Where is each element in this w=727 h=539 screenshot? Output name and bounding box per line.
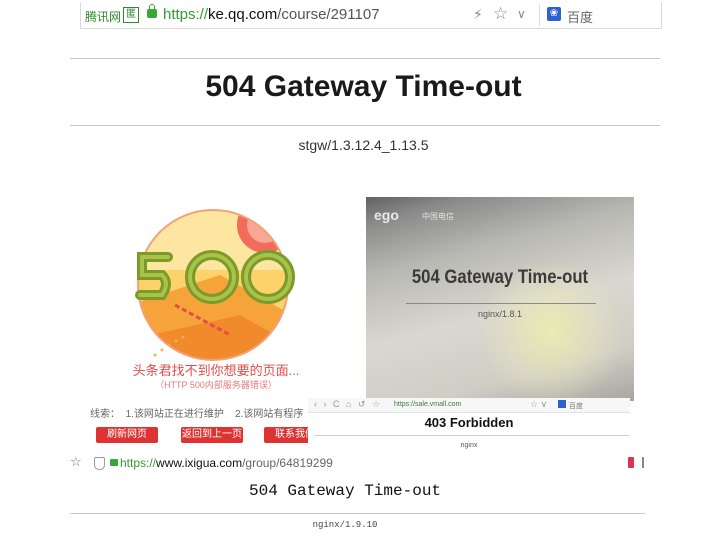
browser-address-bar: 腾讯网 匿 https://ke.qq.com/course/291107 ⚡ … [80,2,662,29]
carrier-logo-text: 中国电信 [422,212,454,221]
forbidden-403-window: ‹ › C ⌂ ↺ ☆ https://sale.vmall.com ☆ ∨ 百… [308,398,630,460]
divider [314,435,630,436]
url-path: /group/64819299 [242,456,333,470]
extension-icon[interactable] [628,457,634,468]
bottom-page-server: nginx/1.9.10 [312,520,378,530]
bottom-address-bar: ☆ https://www.ixigua.com/group/64819299 [70,453,650,473]
divider [539,4,540,26]
menu-icon[interactable] [642,457,644,468]
divider [70,125,660,126]
mini-search-label[interactable]: 百度 [569,401,583,411]
forbidden-title: 403 Forbidden [424,415,514,430]
brand-badge-icon: 匿 [123,7,139,23]
divider [70,513,645,514]
divider [70,58,660,59]
ego-logo: ego [374,207,399,223]
forbidden-server: nginx [460,442,478,449]
site-brand[interactable]: 腾讯网 [85,8,121,25]
clue-line: 线索： 1.该网站正在进行维护 2.该网站有程序 [90,405,303,420]
refresh-button[interactable]: 刷新网页 [96,427,158,443]
divider [406,303,596,304]
url-path: /course/291107 [277,6,380,23]
chevron-down-icon[interactable]: ∨ [517,7,526,21]
clue-1: 1.该网站正在进行维护 [125,409,224,420]
server-version: stgw/1.3.12.4_1.13.5 [298,137,429,153]
bottom-page-title: 504 Gateway Time-out [248,482,442,500]
page-title: 504 Gateway Time-out [205,70,522,103]
clue-label: 线索： [90,409,120,420]
url-scheme: https:// [120,456,157,470]
url-field[interactable]: https://www.ixigua.com/group/64819299 [120,456,333,470]
search-engine-label[interactable]: 百度 [567,7,593,26]
lock-icon [147,4,157,18]
url-scheme: https:// [163,6,209,23]
go-back-button[interactable]: 返回到上一页 [181,427,243,443]
clue-2: 2.该网站有程序 [235,409,304,420]
url-host: www.ixigua.com [156,456,243,470]
nav-buttons[interactable]: ‹ › C ⌂ ↺ ☆ [314,399,382,410]
error-caption-sub: （HTTP 500内部服务器错误） [155,380,277,390]
lock-icon [110,459,118,466]
shield-icon [94,457,105,470]
error-caption: 头条君找不到你想要的页面... [132,363,300,378]
lightning-icon[interactable]: ⚡ [473,6,483,23]
photo-504-screen: ego 中国电信 504 Gateway Time-out nginx/1.8.… [366,197,634,401]
mini-toolbar-icons[interactable]: ☆ ∨ [530,399,547,410]
url-field[interactable]: https://ke.qq.com/course/291107 [163,6,380,23]
url-host: ke.qq.com [208,6,278,23]
mini-url-field[interactable]: https://sale.vmall.com [394,401,461,408]
illustration-500 [135,209,295,361]
star-icon[interactable]: ☆ [493,4,508,24]
photo-title: 504 Gateway Time-out [411,267,589,288]
photo-server: nginx/1.8.1 [477,309,523,319]
star-icon[interactable]: ☆ [70,454,82,470]
baidu-paw-icon: ❀ [547,7,561,21]
baidu-paw-icon [558,400,566,408]
